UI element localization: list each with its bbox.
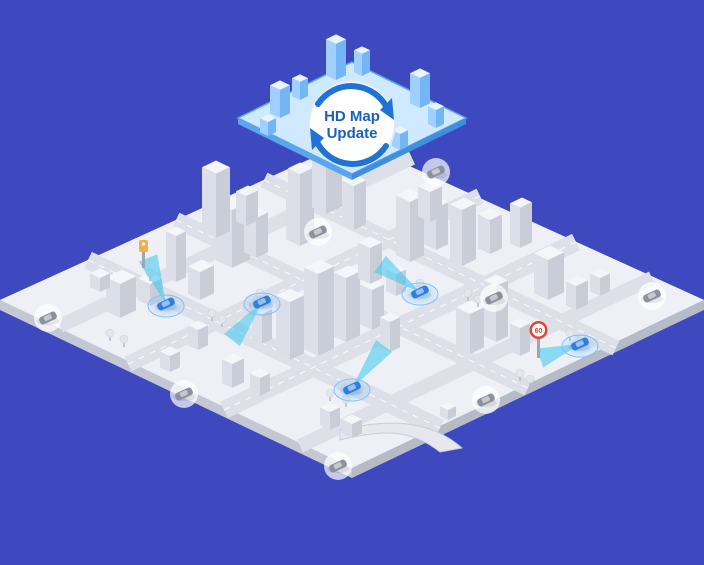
building [160,346,180,372]
hd-map-update-badge: HD Map Update [308,80,396,168]
building [236,185,258,226]
building [510,197,532,248]
building [222,353,244,388]
building [566,275,588,310]
building [320,402,340,430]
building [288,162,312,210]
building [188,259,214,300]
speed-limit-value: 60 [535,328,543,335]
building [342,174,366,230]
building [304,259,334,356]
building [188,320,208,350]
building [510,318,530,356]
building [166,226,186,282]
hd-map-building [260,114,276,136]
isometric-city-map: 60 HD Map Update [0,0,704,560]
building [106,269,136,318]
building [418,180,442,222]
building [342,414,362,438]
hd-map-building [428,102,444,128]
hd-map-building [292,74,308,100]
badge-title-line1: HD Map [324,108,380,125]
building [590,268,610,296]
building [202,160,230,238]
building [478,208,502,254]
building [334,265,360,342]
building [276,288,304,360]
building [250,368,270,396]
building [358,236,382,284]
building [90,268,110,292]
hd-map-building [410,68,430,108]
building [534,245,564,300]
hd-map-building [270,80,290,118]
building [456,300,484,354]
badge-title-line2: Update [327,125,378,142]
hd-map-building [354,46,370,76]
hd-map-building [326,34,346,80]
building [450,197,476,266]
